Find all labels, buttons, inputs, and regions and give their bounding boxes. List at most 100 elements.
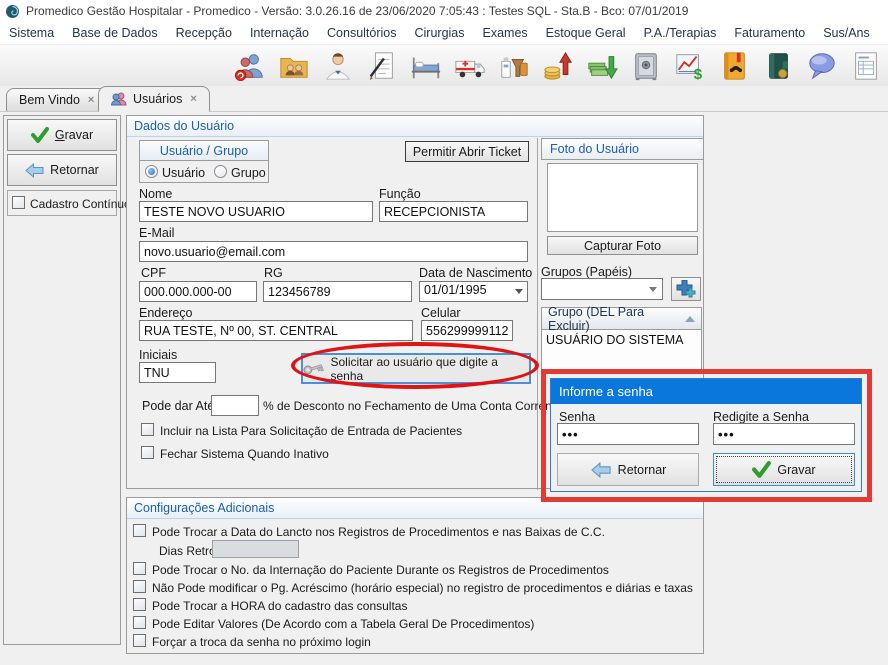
redigite-senha-label: Redigite a Senha (713, 410, 809, 424)
tab-usuarios-close-icon[interactable]: × (188, 93, 196, 105)
adicionar-grupo-button[interactable] (671, 277, 701, 301)
toolbar-button-finance-chart[interactable]: $ (672, 48, 708, 84)
nome-input[interactable] (139, 201, 373, 222)
window-title: Promedico Gestão Hospitalar - Promedico … (26, 4, 688, 18)
combo-arrow-icon[interactable] (649, 287, 657, 292)
capturar-foto-label: Capturar Foto (584, 239, 661, 253)
incluir-lista-checkbox[interactable] (141, 423, 154, 436)
permitir-abrir-ticket-button[interactable]: Permitir Abrir Ticket (405, 141, 529, 162)
desconto-label: Pode dar Até: (142, 399, 218, 413)
forcar-troca-senha-checkbox[interactable] (133, 634, 146, 647)
toolbar-button-cash-out[interactable] (584, 48, 620, 84)
retornar-button[interactable]: Retornar (7, 154, 117, 186)
grupo-list-header[interactable]: Grupo (DEL Para Excluir) (542, 308, 701, 330)
menu-item-recepcao[interactable]: Recepção (167, 26, 241, 40)
gravar-button[interactable]: Gravar (7, 119, 117, 151)
tab-usuarios[interactable]: Usuários × (98, 86, 210, 112)
tipo-group-title: Usuário / Grupo (140, 144, 268, 158)
report-icon (850, 50, 882, 82)
menu-item-consultorios[interactable]: Consultórios (318, 26, 405, 40)
app-logo-icon (5, 4, 20, 19)
ledger-book-icon (762, 50, 794, 82)
dias-retroativos-input (212, 540, 299, 558)
toolbar-button-hospital-bed[interactable] (408, 48, 444, 84)
email-input[interactable] (139, 241, 528, 262)
grupo-list-row[interactable]: USUÁRIO DO SISTEMA (542, 330, 701, 350)
toolbar-button-patients-folder[interactable] (276, 48, 312, 84)
cpf-input[interactable] (139, 281, 257, 302)
cash-in-icon (542, 50, 574, 82)
cadastro-continuo-panel: Cadastro Contínuo (7, 190, 117, 216)
celular-input[interactable] (421, 320, 513, 341)
solicitar-senha-label: Solicitar ao usuário que digite a senha (330, 355, 529, 383)
tipo-group-header: Usuário / Grupo (139, 140, 269, 161)
funcao-input[interactable] (379, 201, 528, 222)
senha-input[interactable] (557, 423, 699, 445)
internacao-checkbox[interactable] (133, 562, 146, 575)
cadastro-continuo-checkbox[interactable] (12, 196, 25, 209)
toolbar-button-ledger-book[interactable] (760, 48, 796, 84)
configuracoes-title: Configurações Adicionais (127, 498, 703, 519)
phonebook-icon (718, 50, 750, 82)
data-nascimento-label: Data de Nascimento (419, 266, 532, 280)
endereco-input[interactable] (139, 320, 413, 341)
patients-folder-icon (278, 50, 310, 82)
dialog-gravar-label: Gravar (777, 463, 815, 477)
tab-bem-vindo[interactable]: Bem Vindo × (6, 88, 107, 111)
incluir-lista-label: Incluir na Lista Para Solicitação de Ent… (160, 424, 462, 438)
arrow-left-icon (590, 462, 612, 478)
menu-item-pa-terapias[interactable]: P.A./Terapias (635, 26, 726, 40)
toolbar-button-safe[interactable] (628, 48, 664, 84)
dialog-retornar-button[interactable]: Retornar (557, 453, 699, 486)
pharmacy-icon (498, 50, 530, 82)
iniciais-input[interactable] (139, 362, 216, 383)
solicitar-senha-button[interactable]: Solicitar ao usuário que digite a senha (301, 353, 531, 384)
menu-item-faturamento[interactable]: Faturamento (725, 26, 814, 40)
toolbar-button-ambulance[interactable] (452, 48, 488, 84)
toolbar-button-doctor[interactable] (320, 48, 356, 84)
toolbar-button-chat[interactable] (804, 48, 840, 84)
menu-item-estoque-geral[interactable]: Estoque Geral (537, 26, 635, 40)
desconto-input[interactable] (211, 395, 259, 416)
redigite-senha-input[interactable] (713, 423, 855, 445)
hora-cadastro-label: Pode Trocar a HORA do cadastro das consu… (152, 599, 407, 613)
fechar-sistema-checkbox[interactable] (141, 446, 154, 459)
radio-grupo[interactable] (214, 165, 227, 178)
toolbar-button-cash-in[interactable] (540, 48, 576, 84)
toolbar-button-pharmacy[interactable] (496, 48, 532, 84)
capturar-foto-button[interactable]: Capturar Foto (547, 236, 698, 255)
dialog-gravar-button[interactable]: Gravar (713, 453, 855, 486)
data-lancto-checkbox[interactable] (133, 524, 146, 537)
menu-item-sus-ans[interactable]: Sus/Ans (814, 26, 879, 40)
toolbar-button-user-transfer[interactable] (232, 48, 268, 84)
radio-usuario[interactable] (145, 165, 158, 178)
menu-item-caixa[interactable]: Caixa (879, 26, 888, 40)
tab-usuarios-label: Usuários (133, 92, 182, 106)
retornar-button-label: Retornar (50, 163, 99, 177)
tab-bem-vindo-close-icon[interactable]: × (86, 94, 94, 106)
check-icon (752, 461, 771, 478)
fechar-sistema-label: Fechar Sistema Quando Inativo (160, 447, 329, 461)
arrow-left-icon (25, 163, 44, 178)
data-nascimento-picker[interactable]: 01/01/1995 (419, 281, 528, 302)
cadastro-continuo-label: Cadastro Contínuo (30, 197, 131, 211)
toolbar-button-prescription[interactable] (364, 48, 400, 84)
dropdown-arrow-icon[interactable] (515, 289, 523, 294)
toolbar-button-report[interactable] (848, 48, 884, 84)
desconto-suffix: % de Desconto no Fechamento de Uma Conta… (263, 399, 562, 413)
endereco-label: Endereço (139, 306, 193, 320)
menu-item-exames[interactable]: Exames (474, 26, 537, 40)
acrescimo-checkbox[interactable] (133, 580, 146, 593)
key-icon (303, 362, 324, 376)
right-column-divider (537, 138, 538, 490)
editar-valores-checkbox[interactable] (133, 616, 146, 629)
menu-item-base-de-dados[interactable]: Base de Dados (63, 26, 166, 40)
hora-cadastro-checkbox[interactable] (133, 598, 146, 611)
menu-item-cirurgias[interactable]: Cirurgias (406, 26, 474, 40)
menu-item-internacao[interactable]: Internação (241, 26, 318, 40)
rg-input[interactable] (263, 281, 412, 302)
menu-item-sistema[interactable]: Sistema (0, 26, 63, 40)
user-transfer-icon (234, 50, 266, 82)
grupos-papeis-combo[interactable] (541, 278, 663, 300)
toolbar-button-phonebook[interactable] (716, 48, 752, 84)
